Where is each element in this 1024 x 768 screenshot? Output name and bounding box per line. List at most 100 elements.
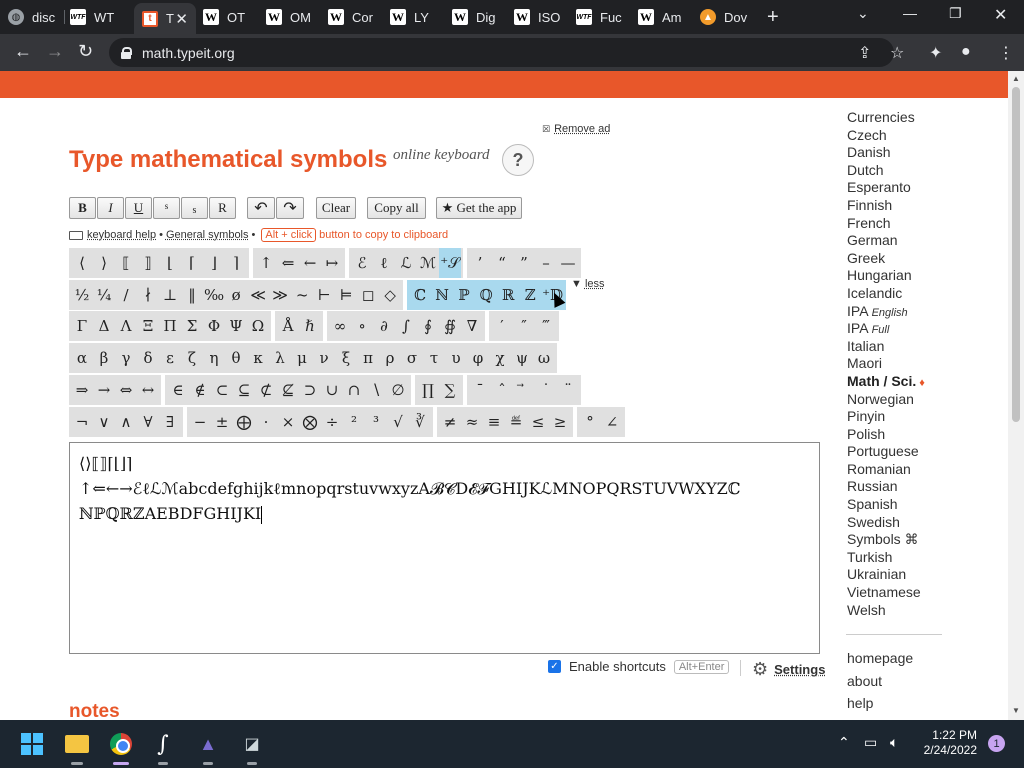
symbol-key[interactable]: φ xyxy=(467,343,489,373)
maximize-icon[interactable]: ❐ xyxy=(949,5,962,22)
tab-12[interactable]: ▲ Dov xyxy=(700,4,757,30)
symbol-key[interactable]: ℂ xyxy=(409,280,431,310)
symbol-key[interactable]: Ω xyxy=(247,311,269,341)
symbol-key[interactable]: ° xyxy=(579,407,601,437)
site-link-help[interactable]: help xyxy=(847,692,913,715)
start-button[interactable] xyxy=(20,732,44,756)
symbol-key[interactable]: ˙ xyxy=(535,375,557,405)
symbol-key[interactable]: ¨ xyxy=(557,375,579,405)
tab-active[interactable]: t T ✕ xyxy=(134,3,196,34)
symbol-key[interactable]: ℒ xyxy=(395,248,417,278)
symbol-key[interactable]: ℙ xyxy=(453,280,475,310)
sidebar-item-symbols[interactable]: Symbols ⌘ xyxy=(847,531,997,549)
less-toggle[interactable]: ▼ less xyxy=(571,278,605,290)
symbol-key[interactable]: ≈ xyxy=(461,407,483,437)
symbol-key[interactable]: – xyxy=(535,248,557,278)
symbol-key[interactable]: ⟦ xyxy=(115,248,137,278)
share-icon[interactable]: ⇪ xyxy=(858,43,871,63)
symbol-key[interactable]: ⊥ xyxy=(159,280,181,310)
symbol-key[interactable]: ρ xyxy=(379,343,401,373)
general-symbols-link[interactable]: General symbols xyxy=(166,229,249,241)
bookmark-star-icon[interactable]: ☆ xyxy=(890,43,904,63)
forward-icon[interactable]: → xyxy=(46,41,64,62)
symbol-key[interactable]: Å xyxy=(277,311,299,341)
symbol-key[interactable]: ε xyxy=(159,343,181,373)
shortcuts-toggle[interactable]: ✓ Enable shortcuts Alt+Enter xyxy=(548,659,730,674)
tab-1[interactable]: ◍ disc xyxy=(8,4,65,30)
symbol-key[interactable]: · xyxy=(255,407,277,437)
symbol-key[interactable]: ∠ xyxy=(601,407,623,437)
reload-icon[interactable]: ↻ xyxy=(78,41,93,62)
symbol-key[interactable]: ‖ xyxy=(181,280,203,310)
sidebar-item-russian[interactable]: Russian xyxy=(847,478,997,496)
symbol-key[interactable]: ◇ xyxy=(379,280,401,310)
sidebar-item-romanian[interactable]: Romanian xyxy=(847,461,997,479)
settings-button[interactable]: ⚙ Settings xyxy=(752,659,825,680)
sidebar-item-polish[interactable]: Polish xyxy=(847,426,997,444)
symbol-key[interactable]: ² xyxy=(343,407,365,437)
site-link-homepage[interactable]: homepage xyxy=(847,647,913,670)
sidebar-item-swedish[interactable]: Swedish xyxy=(847,514,997,532)
symbol-key[interactable]: ⊃ xyxy=(299,375,321,405)
symbol-key[interactable]: ⊄ xyxy=(255,375,277,405)
page-scrollbar[interactable]: ▲ ▼ xyxy=(1008,71,1024,720)
app-cube-icon[interactable]: ◪ xyxy=(240,732,264,756)
sidebar-item-icelandic[interactable]: Icelandic xyxy=(847,285,997,303)
symbol-key[interactable]: ∞ xyxy=(329,311,351,341)
menu-icon[interactable]: ⋮ xyxy=(998,43,1014,63)
remove-ad-link[interactable]: ☒ Remove ad xyxy=(542,123,610,135)
copy-all-button[interactable]: Copy all xyxy=(367,197,426,219)
italic-button[interactable]: I xyxy=(97,197,124,219)
symbol-key[interactable]: ⟨ xyxy=(71,248,93,278)
symbol-key[interactable]: ψ xyxy=(511,343,533,373)
symbol-key[interactable]: ⊂ xyxy=(211,375,233,405)
sidebar-item-ipa[interactable]: IPA Full xyxy=(847,320,997,338)
symbol-key[interactable]: ℰ xyxy=(351,248,373,278)
sidebar-item-pinyin[interactable]: Pinyin xyxy=(847,408,997,426)
symbol-key[interactable]: ⊈ xyxy=(277,375,299,405)
symbol-key[interactable]: ∇ xyxy=(461,311,483,341)
tab-10[interactable]: WTF Fuc xyxy=(576,4,633,30)
sidebar-item-math-sci[interactable]: Math / Sci. ♦ xyxy=(847,373,997,391)
symbol-key[interactable]: ∧ xyxy=(115,407,137,437)
symbol-key[interactable]: μ xyxy=(291,343,313,373)
tab-9[interactable]: W ISO xyxy=(514,4,571,30)
symbol-key[interactable]: ‴ xyxy=(535,311,557,341)
symbol-key[interactable]: ∪ xyxy=(321,375,343,405)
sidebar-item-ukrainian[interactable]: Ukrainian xyxy=(847,566,997,584)
symbol-key[interactable]: ℤ xyxy=(519,280,541,310)
symbol-key[interactable]: ≡ xyxy=(483,407,505,437)
symbol-key[interactable]: λ xyxy=(269,343,291,373)
symbol-key[interactable]: ¬ xyxy=(71,407,93,437)
sidebar-item-esperanto[interactable]: Esperanto xyxy=(847,179,997,197)
sidebar-item-currencies[interactable]: Currencies xyxy=(847,109,997,127)
symbol-key[interactable]: ÷ xyxy=(321,407,343,437)
symbol-key[interactable]: ∛ xyxy=(409,407,431,437)
scroll-up-icon[interactable]: ▲ xyxy=(1012,74,1020,83)
symbol-key[interactable]: χ xyxy=(489,343,511,373)
symbol-key[interactable]: ≤ xyxy=(527,407,549,437)
symbol-key[interactable]: ⁺𝒮 xyxy=(439,248,461,278)
file-explorer-button[interactable] xyxy=(65,732,89,756)
text-editor[interactable]: ⟨⟩⟦⟧⌈⌊⌋⌉ ↑⇐←→ℰℓℒℳabcdefghijkℓmnopqrstuvwx… xyxy=(69,442,820,654)
symbol-key[interactable]: Δ xyxy=(93,311,115,341)
sidebar-item-czech[interactable]: Czech xyxy=(847,127,997,145)
symbol-key[interactable]: η xyxy=(203,343,225,373)
tab-8[interactable]: W Dig xyxy=(452,4,509,30)
symbol-key[interactable]: ζ xyxy=(181,343,203,373)
minimize-icon[interactable]: — xyxy=(903,5,917,21)
symbol-key[interactable]: ≪ xyxy=(247,280,269,310)
symbol-key[interactable]: Γ xyxy=(71,311,93,341)
subscript-button[interactable]: s xyxy=(181,197,208,219)
scroll-thumb[interactable] xyxy=(1012,87,1020,422)
symbol-key[interactable]: ∨ xyxy=(93,407,115,437)
symbol-key[interactable]: / xyxy=(115,280,137,310)
symbol-key[interactable]: ∉ xyxy=(189,375,211,405)
symbol-key[interactable]: ∈ xyxy=(167,375,189,405)
symbol-key[interactable]: ≝ xyxy=(505,407,527,437)
symbol-key[interactable]: ∑ xyxy=(439,375,461,405)
symbol-key[interactable]: ⊆ xyxy=(233,375,255,405)
symbol-key[interactable]: ¯ xyxy=(469,375,491,405)
symbol-key[interactable]: υ xyxy=(445,343,467,373)
symbol-key[interactable]: ⌋ xyxy=(203,248,225,278)
